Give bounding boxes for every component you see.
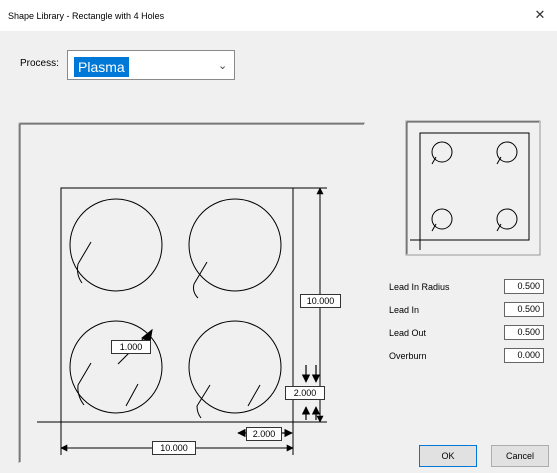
height-value[interactable]: 10.000 xyxy=(300,294,341,308)
shape-preview xyxy=(405,120,541,256)
overburn-label: Overburn xyxy=(389,351,427,361)
lead-in-radius-input[interactable]: 0.500 xyxy=(504,279,544,294)
width-value[interactable]: 10.000 xyxy=(152,441,196,455)
drawing-canvas-frame xyxy=(18,122,365,463)
x-offset-value[interactable]: 2.000 xyxy=(246,427,282,441)
lead-in-label: Lead In xyxy=(389,305,420,315)
y-offset-value[interactable]: 2.000 xyxy=(285,386,325,400)
cancel-button[interactable]: Cancel xyxy=(491,445,549,467)
overburn-input[interactable]: 0.000 xyxy=(504,348,544,363)
lead-in-radius-label: Lead In Radius xyxy=(389,282,450,292)
hole-diameter-value[interactable]: 1.000 xyxy=(111,340,151,354)
lead-out-label: Lead Out xyxy=(389,328,427,338)
lead-out-input[interactable]: 0.500 xyxy=(504,325,544,340)
shape-drawing xyxy=(18,120,541,463)
lead-in-input[interactable]: 0.500 xyxy=(504,302,544,317)
ok-button[interactable]: OK xyxy=(419,445,477,467)
